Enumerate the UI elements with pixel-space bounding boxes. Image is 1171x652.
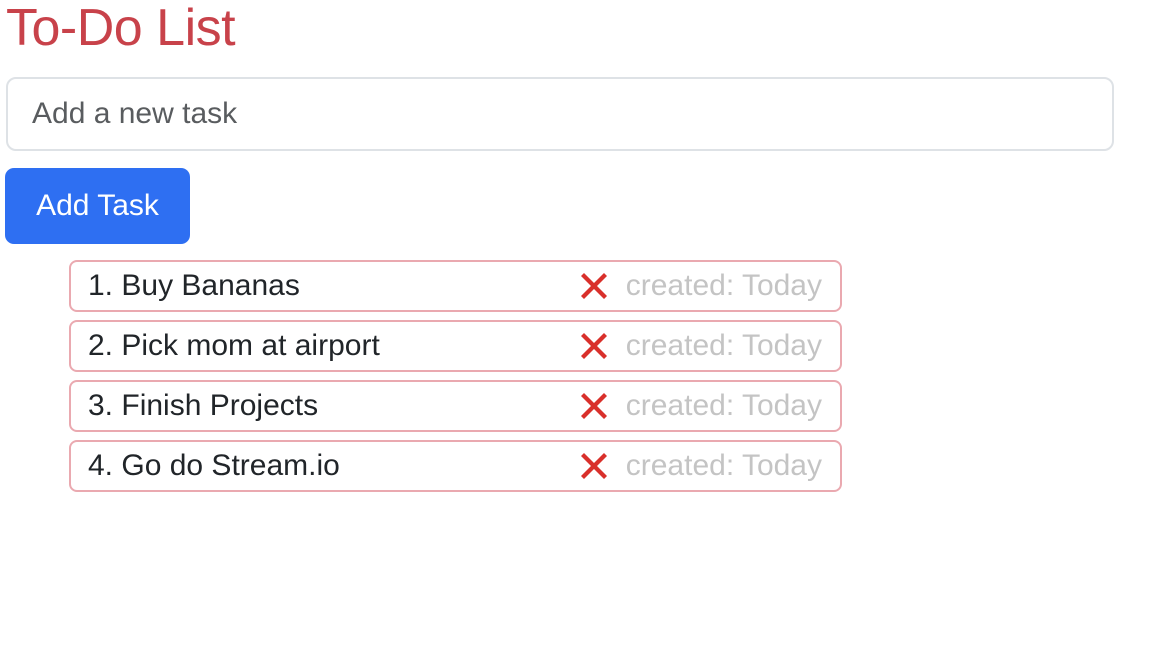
new-task-input[interactable] <box>6 77 1114 151</box>
created-date: created: Today <box>625 449 822 482</box>
task-label: Finish Projects <box>121 389 319 422</box>
task-text: 3. Finish Projects <box>88 389 576 423</box>
cross-mark-icon[interactable] <box>576 388 612 424</box>
add-task-button[interactable]: Add Task <box>5 168 190 244</box>
task-list: 1. Buy Bananas created: Today 2. Pick mo… <box>69 260 842 500</box>
task-item: 3. Finish Projects created: Today <box>69 380 842 432</box>
task-item: 4. Go do Stream.io created: Today <box>69 440 842 492</box>
created-date: created: Today <box>625 329 822 362</box>
cross-mark-icon[interactable] <box>576 328 612 364</box>
task-number: 1. <box>88 269 114 302</box>
task-item: 1. Buy Bananas created: Today <box>69 260 842 312</box>
cross-mark-icon[interactable] <box>576 268 612 304</box>
cross-mark-icon[interactable] <box>576 448 612 484</box>
todo-app: To-Do List Add Task 1. Buy Bananas creat… <box>0 0 1171 652</box>
task-number: 3. <box>88 389 114 422</box>
task-label: Pick mom at airport <box>121 329 380 362</box>
task-text: 4. Go do Stream.io <box>88 449 576 483</box>
task-number: 4. <box>88 449 114 482</box>
task-item: 2. Pick mom at airport created: Today <box>69 320 842 372</box>
created-date: created: Today <box>625 269 822 302</box>
created-date: created: Today <box>625 389 822 422</box>
page-title: To-Do List <box>6 0 236 57</box>
task-label: Go do Stream.io <box>121 449 340 482</box>
task-number: 2. <box>88 329 114 362</box>
task-text: 2. Pick mom at airport <box>88 329 576 363</box>
task-text: 1. Buy Bananas <box>88 269 576 303</box>
task-label: Buy Bananas <box>121 269 300 302</box>
